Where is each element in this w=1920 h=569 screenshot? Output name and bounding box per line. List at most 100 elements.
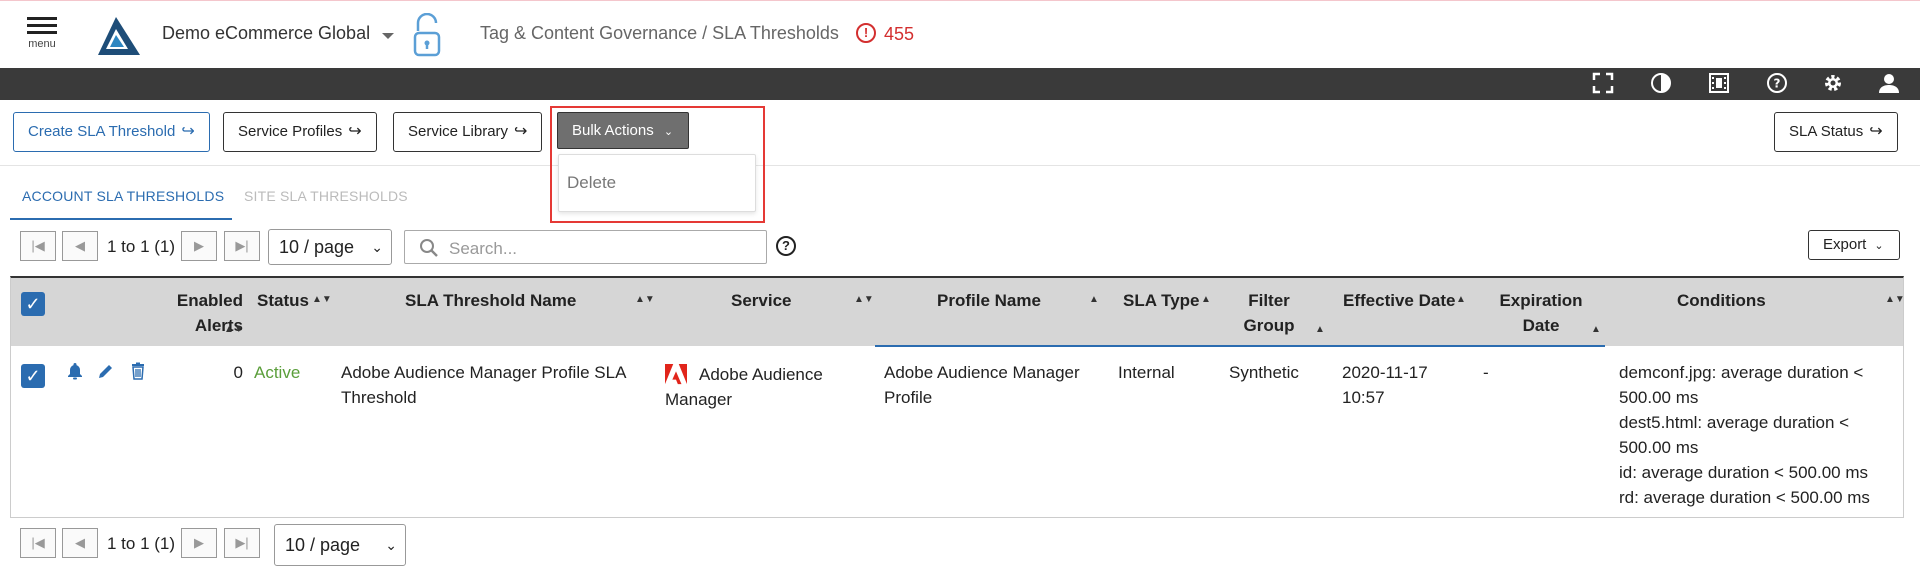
alert-icon[interactable]: ! — [856, 23, 876, 43]
cell-status: Active — [254, 363, 301, 382]
sort-icon[interactable]: ▲ — [1591, 324, 1601, 335]
sort-icon[interactable]: ▲ — [1201, 294, 1211, 305]
last-page-icon[interactable]: ▶| — [224, 231, 260, 261]
org-name: Demo eCommerce Global — [162, 23, 371, 43]
user-icon[interactable] — [1876, 72, 1902, 96]
sort-icon[interactable]: ▲▼ — [224, 324, 244, 335]
cell-profile-name: Adobe Audience Manager Profile — [884, 363, 1080, 407]
search-icon — [420, 239, 438, 257]
first-page-icon[interactable]: |◀ — [20, 528, 56, 558]
sla-status-label: SLA Status — [1789, 123, 1864, 140]
search-placeholder: Search... — [449, 239, 518, 258]
share-arrow-icon: ↪ — [348, 123, 362, 140]
sort-icon[interactable]: ▲▼ — [635, 294, 655, 305]
sort-icon[interactable]: ▲ — [1456, 294, 1466, 305]
film-icon[interactable] — [1706, 72, 1732, 96]
cell-sla-type: Internal — [1118, 363, 1175, 382]
share-arrow-icon: ↪ — [181, 123, 195, 140]
col-status[interactable]: Status — [257, 288, 309, 313]
bell-icon[interactable] — [66, 362, 84, 385]
pencil-icon[interactable] — [97, 362, 115, 385]
breadcrumb: Tag & Content Governance / SLA Threshold… — [480, 23, 839, 43]
sort-icon[interactable]: ▲▼ — [854, 294, 874, 305]
page-range: 1 to 1 (1) — [107, 237, 176, 256]
fullscreen-icon[interactable] — [1590, 72, 1616, 96]
menu-button[interactable]: menu — [20, 13, 64, 63]
sla-thresholds-table: ✓ Enabled Alerts ▲▼ Status ▲▼ SLA Thresh… — [10, 276, 1905, 518]
create-sla-threshold-label: Create SLA Threshold — [28, 123, 176, 140]
condition-item: dest5.html: average duration < 500.00 ms — [1619, 413, 1850, 457]
menu-icon-bar — [27, 31, 57, 34]
next-page-icon[interactable]: ▶ — [181, 528, 217, 558]
export-label: Export — [1823, 236, 1867, 253]
next-page-icon[interactable]: ▶ — [181, 231, 217, 261]
contrast-icon[interactable] — [1648, 72, 1674, 96]
condition-item: demconf.jpg: average duration < 500.00 m… — [1619, 363, 1864, 407]
sla-status-button[interactable]: SLA Status ↪ — [1774, 112, 1898, 152]
tab-bar: ACCOUNT SLA THRESHOLDS SITE SLA THRESHOL… — [10, 182, 410, 220]
cell-effective-date: 2020-11-17 10:57 — [1342, 363, 1428, 407]
share-arrow-icon: ↪ — [514, 123, 528, 140]
lock-icon[interactable] — [412, 13, 442, 59]
alert-count[interactable]: 455 — [884, 24, 914, 45]
active-tab-indicator — [10, 218, 232, 220]
last-page-icon[interactable]: ▶| — [224, 528, 260, 558]
cell-sla-threshold-name[interactable]: Adobe Audience Manager Profile SLA Thres… — [341, 360, 661, 410]
chevron-down-icon: ⌄ — [1874, 240, 1884, 252]
col-effective-date[interactable]: Effective Date — [1343, 288, 1455, 313]
gear-icon[interactable] — [1820, 72, 1846, 96]
sort-icon[interactable]: ▲▼ — [312, 294, 332, 305]
sort-icon[interactable]: ▲ — [1315, 324, 1325, 335]
highlight-box — [550, 106, 765, 223]
col-service[interactable]: Service — [731, 288, 792, 313]
search-help-icon[interactable]: ? — [776, 236, 796, 256]
page-size-value: 10 / page — [279, 237, 355, 257]
org-dropdown-chevron-icon[interactable] — [382, 33, 394, 39]
col-conditions[interactable]: Conditions — [1677, 288, 1766, 313]
create-sla-threshold-button[interactable]: Create SLA Threshold ↪ — [13, 112, 210, 152]
table-header: ✓ Enabled Alerts ▲▼ Status ▲▼ SLA Thresh… — [11, 278, 1905, 346]
col-profile-name[interactable]: Profile Name — [937, 288, 1041, 313]
tab-site-sla-thresholds[interactable]: SITE SLA THRESHOLDS — [244, 188, 408, 204]
prev-page-icon[interactable]: ◀ — [62, 231, 98, 261]
bottom-pager: |◀ ◀ 1 to 1 (1) ▶ ▶| 10 / page ⌄ — [20, 524, 410, 566]
search-input[interactable]: Search... — [404, 230, 767, 264]
service-library-button[interactable]: Service Library ↪ — [393, 112, 543, 152]
col-expiration-date[interactable]: Expiration Date — [1491, 288, 1591, 338]
condition-item: id: average duration < 500.00 ms — [1619, 463, 1869, 482]
page-range: 1 to 1 (1) — [107, 534, 176, 553]
trash-icon[interactable] — [129, 362, 147, 385]
page-size-select[interactable]: 10 / page ⌄ — [274, 524, 406, 566]
top-bar: menu Demo eCommerce Global Tag & Content… — [0, 0, 1920, 68]
chevron-down-icon: ⌄ — [371, 239, 383, 255]
tab-account-sla-thresholds[interactable]: ACCOUNT SLA THRESHOLDS — [22, 188, 224, 204]
sort-icon[interactable]: ▲▼ — [1885, 294, 1905, 305]
menu-icon — [27, 17, 57, 20]
cell-conditions: demconf.jpg: average duration < 500.00 m… — [1619, 360, 1899, 510]
select-all-checkbox[interactable]: ✓ — [21, 292, 45, 316]
share-arrow-icon: ↪ — [1869, 123, 1883, 140]
row-checkbox[interactable]: ✓ — [21, 364, 45, 388]
first-page-icon[interactable]: |◀ — [20, 231, 56, 261]
svg-text:?: ? — [1774, 77, 1781, 91]
logo-icon — [98, 17, 140, 55]
action-toolbar: Create SLA Threshold ↪ Service Profiles ↪ … — [0, 100, 1920, 166]
top-pager: |◀ ◀ 1 to 1 (1) ▶ ▶| 10 / page ⌄ — [20, 229, 400, 265]
col-sla-type[interactable]: SLA Type — [1123, 288, 1200, 313]
sorted-column-indicator — [875, 345, 1605, 347]
sort-icon[interactable]: ▲ — [1089, 294, 1099, 305]
page-size-value: 10 / page — [285, 535, 361, 555]
service-profiles-button[interactable]: Service Profiles ↪ — [223, 112, 377, 152]
condition-item: rd: average duration < 500.00 ms — [1619, 488, 1870, 507]
export-button[interactable]: Export ⌄ — [1808, 230, 1900, 260]
page-size-select[interactable]: 10 / page ⌄ — [268, 229, 392, 265]
help-icon[interactable]: ? — [1764, 72, 1790, 96]
menu-label: menu — [28, 38, 56, 50]
prev-page-icon[interactable]: ◀ — [62, 528, 98, 558]
col-sla-threshold-name[interactable]: SLA Threshold Name — [405, 288, 576, 313]
service-profiles-label: Service Profiles — [238, 123, 343, 140]
utility-bar: ? — [0, 68, 1920, 100]
cell-expiration-date: - — [1483, 363, 1489, 382]
col-filter-group[interactable]: Filter Group — [1239, 288, 1299, 338]
cell-service: Adobe Audience Manager — [665, 365, 823, 409]
